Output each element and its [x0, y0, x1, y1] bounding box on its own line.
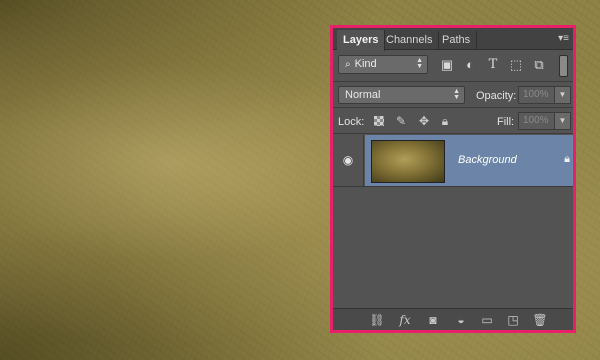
eye-icon[interactable]: ◉: [341, 154, 355, 166]
type-filter-icon[interactable]: T: [485, 57, 501, 73]
layer-name[interactable]: Background: [458, 154, 517, 166]
blend-row: Normal ▲ ▼ Opacity: 100% ▼: [333, 82, 573, 108]
fill-input[interactable]: 100%: [518, 112, 554, 130]
lock-position-icon[interactable]: ✥: [417, 114, 431, 128]
lock-all-icon[interactable]: 🔒︎: [438, 114, 452, 128]
lock-label: Lock:: [338, 116, 365, 128]
new-group-icon[interactable]: ▭: [479, 313, 495, 327]
select-arrows-icon: ▲ ▼: [453, 88, 460, 101]
panel-tab-bar: Layers Channels Paths ▾≡: [333, 28, 573, 51]
opacity-label: Opacity:: [476, 90, 517, 102]
layer-lock-icon[interactable]: 🔒︎: [561, 152, 573, 166]
adjustment-layer-icon[interactable]: ◒: [453, 313, 469, 327]
layer-thumbnail: [371, 140, 445, 183]
blend-mode-value: Normal: [345, 89, 381, 101]
shape-filter-icon[interactable]: ⬚: [508, 57, 524, 73]
search-icon: ⌕: [345, 59, 351, 70]
fill-dropdown-icon[interactable]: ▼: [554, 112, 571, 130]
opacity-dropdown-icon[interactable]: ▼: [554, 86, 571, 104]
visibility-cell[interactable]: ◉: [333, 135, 364, 186]
filter-toggle[interactable]: [559, 55, 568, 77]
delete-layer-icon[interactable]: 🗑︎: [532, 313, 548, 327]
layer-mask-icon[interactable]: ◙: [425, 313, 441, 327]
layers-panel: Layers Channels Paths ▾≡ ⌕ Kind ▲ ▼ ▣ ◐ T …: [330, 25, 576, 333]
fill-label: Fill:: [497, 116, 515, 128]
link-layers-icon[interactable]: ⛓: [369, 313, 385, 327]
fx-icon[interactable]: fx: [397, 313, 413, 327]
tab-paths[interactable]: Paths: [436, 31, 478, 50]
lock-brush-icon[interactable]: ✎: [394, 114, 408, 128]
layer-selection[interactable]: Background 🔒︎: [365, 135, 573, 186]
filter-kind-select[interactable]: ⌕ Kind ▲ ▼: [338, 55, 428, 74]
layer-row[interactable]: ◉ Background 🔒︎: [333, 135, 573, 187]
pixel-filter-icon[interactable]: ▣: [439, 57, 455, 73]
tab-layers[interactable]: Layers: [337, 30, 386, 51]
smart-object-filter-icon[interactable]: ⧉: [531, 57, 547, 73]
tab-channels[interactable]: Channels: [380, 31, 440, 50]
panel-menu-icon[interactable]: ▾≡: [555, 33, 569, 45]
blend-mode-select[interactable]: Normal ▲ ▼: [338, 86, 465, 104]
panel-footer: ⛓ fx ◙ ◒ ▭ ◳ 🗑︎: [333, 308, 573, 330]
layer-filter-row: ⌕ Kind ▲ ▼ ▣ ◐ T ⬚ ⧉: [333, 51, 573, 82]
lock-transparent-icon[interactable]: [374, 116, 384, 126]
opacity-input[interactable]: 100%: [518, 86, 554, 104]
filter-kind-label: Kind: [354, 58, 377, 70]
lock-row: Lock: ✎ ✥ 🔒︎ Fill: 100% ▼: [333, 108, 573, 134]
new-layer-icon[interactable]: ◳: [505, 313, 521, 327]
adjustment-filter-icon[interactable]: ◐: [462, 57, 478, 73]
select-arrows-icon: ▲ ▼: [416, 57, 423, 70]
